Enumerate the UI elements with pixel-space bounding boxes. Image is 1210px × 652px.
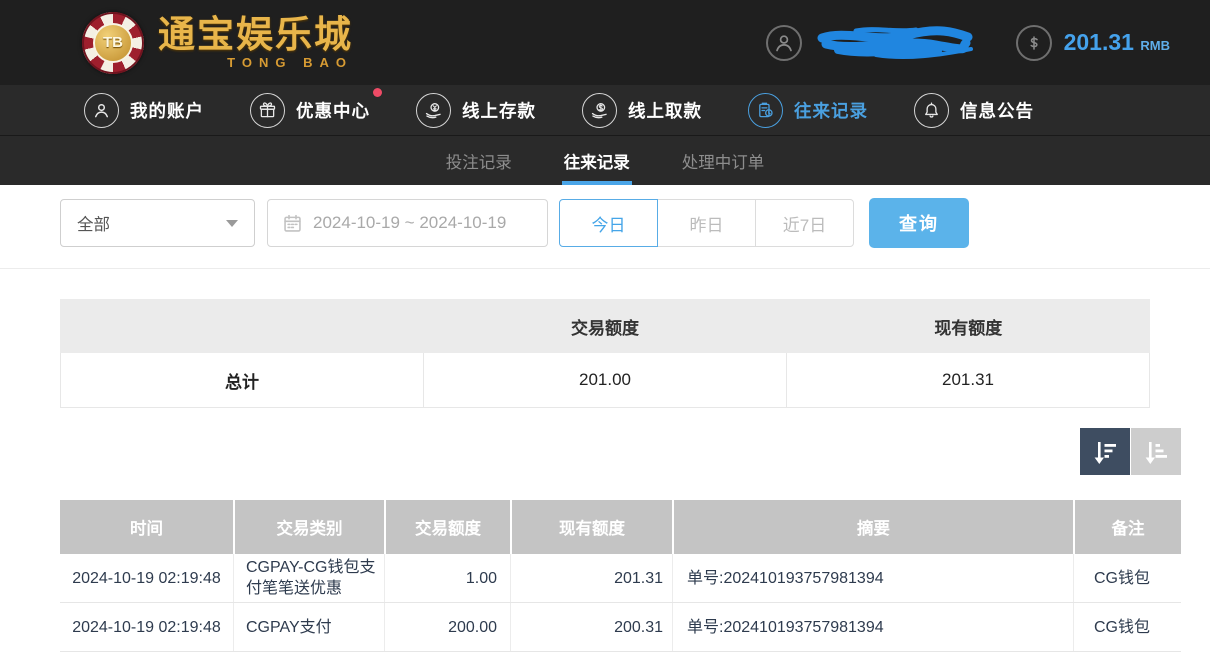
nav-item-promotions[interactable]: 优惠中心 — [250, 87, 382, 128]
cell-remark: CG钱包 — [1073, 603, 1181, 651]
site-logo[interactable]: TB 通宝娱乐城 TONG BAO — [82, 11, 353, 74]
query-button[interactable]: 查询 — [869, 198, 969, 248]
balance-amount: 201.31 — [1063, 29, 1134, 55]
summary-total-label: 总计 — [225, 372, 259, 392]
sort-desc-icon — [1091, 439, 1119, 465]
record-subtabs: 投注记录 往来记录 处理中订单 — [0, 136, 1210, 185]
gift-icon — [250, 92, 285, 128]
poker-chip-logo-icon: TB — [82, 11, 144, 74]
sort-ascending-button[interactable] — [1131, 428, 1181, 475]
col-header-current-balance: 现有额度 — [510, 500, 672, 554]
tab-betting-records[interactable]: 投注记录 — [444, 136, 514, 185]
col-header-summary: 摘要 — [672, 500, 1073, 554]
records-table: 时间 交易类别 交易额度 现有额度 摘要 备注 2024-10-19 02:19… — [60, 500, 1181, 652]
withdraw-icon — [582, 92, 617, 128]
cell-summary: 单号:202410193757981394 — [672, 603, 1073, 651]
col-header-type: 交易类别 — [233, 500, 384, 554]
cell-current-balance: 201.31 — [510, 554, 672, 602]
summary-total-row: 总计 201.00 201.31 — [60, 353, 1150, 408]
summary-table: 交易额度 现有额度 总计 201.00 201.31 — [60, 299, 1150, 408]
col-header-remark: 备注 — [1073, 500, 1181, 554]
caret-down-icon — [226, 219, 238, 227]
quick-date-group: 今日 昨日 近7日 — [559, 199, 854, 247]
filter-section: 全部 2024-10-19 ~ 2024-10-19 今日 昨日 近7日 查询 — [0, 185, 1210, 269]
nav-item-deposit[interactable]: 线上存款 — [416, 92, 536, 128]
cell-type: CGPAY-CG钱包支付笔笔送优惠 — [233, 554, 384, 602]
nav-item-announcements[interactable]: 信息公告 — [914, 92, 1034, 128]
records-header-row: 时间 交易类别 交易额度 现有额度 摘要 备注 — [60, 500, 1181, 554]
user-icon — [84, 92, 119, 128]
table-row: 2024-10-19 02:19:48 CGPAY-CG钱包支付笔笔送优惠 1.… — [60, 554, 1181, 603]
sort-controls — [60, 428, 1181, 475]
date-range-value: 2024-10-19 ~ 2024-10-19 — [313, 213, 507, 232]
sort-asc-icon — [1142, 439, 1170, 465]
cell-type: CGPAY支付 — [233, 603, 384, 651]
summary-total-transaction: 201.00 — [423, 353, 786, 407]
sort-descending-button[interactable] — [1080, 428, 1130, 475]
tab-transaction-records[interactable]: 往来记录 — [561, 136, 632, 185]
quick-btn-yesterday[interactable]: 昨日 — [657, 199, 756, 247]
type-select-value: 全部 — [77, 216, 110, 234]
type-select[interactable]: 全部 — [60, 199, 255, 247]
nav-item-withdraw[interactable]: 线上取款 — [582, 92, 702, 128]
cell-summary: 单号:202410193757981394 — [672, 554, 1073, 602]
bell-icon — [914, 92, 949, 128]
notification-dot — [373, 87, 382, 97]
chip-monogram: TB — [93, 22, 133, 63]
cell-transaction-amount: 1.00 — [384, 554, 510, 602]
main-nav: 我的账户 优惠中心 线上存款 线上取款 往来记录 信息公告 — [0, 85, 1210, 136]
top-header: TB 通宝娱乐城 TONG BAO 201.31 RMB — [0, 0, 1210, 85]
dollar-circle-icon — [1015, 24, 1052, 61]
summary-header-current-balance: 现有额度 — [934, 318, 1003, 338]
summary-header-transaction-amount: 交易额度 — [570, 318, 639, 338]
cell-current-balance: 200.31 — [510, 603, 672, 651]
cell-time: 2024-10-19 02:19:48 — [72, 569, 221, 587]
username-scribble[interactable] — [816, 23, 976, 63]
summary-header-empty — [60, 299, 423, 353]
wallet-balance[interactable]: 201.31 RMB — [1015, 24, 1170, 61]
calendar-icon — [282, 213, 303, 234]
site-title: 通宝娱乐城 — [158, 13, 353, 55]
summary-header-row: 交易额度 现有额度 — [60, 299, 1150, 353]
col-header-time: 时间 — [130, 520, 163, 538]
table-row: 2024-10-19 02:19:48 CGPAY支付 200.00 200.3… — [60, 603, 1181, 652]
records-icon — [748, 92, 783, 128]
site-subtitle: TONG BAO — [227, 54, 353, 70]
balance-currency: RMB — [1140, 38, 1170, 53]
cell-remark: CG钱包 — [1073, 554, 1181, 602]
deposit-icon — [416, 92, 451, 128]
nav-item-transactions[interactable]: 往来记录 — [748, 92, 868, 128]
quick-btn-last7days[interactable]: 近7日 — [755, 199, 854, 247]
avatar-icon[interactable] — [765, 24, 802, 61]
cell-time: 2024-10-19 02:19:48 — [72, 618, 221, 636]
date-range-input[interactable]: 2024-10-19 ~ 2024-10-19 — [267, 199, 548, 247]
tab-pending-orders[interactable]: 处理中订单 — [680, 136, 767, 185]
cell-transaction-amount: 200.00 — [384, 603, 510, 651]
summary-total-balance: 201.31 — [786, 353, 1149, 407]
col-header-transaction-amount: 交易额度 — [384, 500, 510, 554]
quick-btn-today[interactable]: 今日 — [559, 199, 658, 247]
nav-item-my-account[interactable]: 我的账户 — [84, 92, 204, 128]
user-area: 201.31 RMB — [765, 23, 1170, 63]
